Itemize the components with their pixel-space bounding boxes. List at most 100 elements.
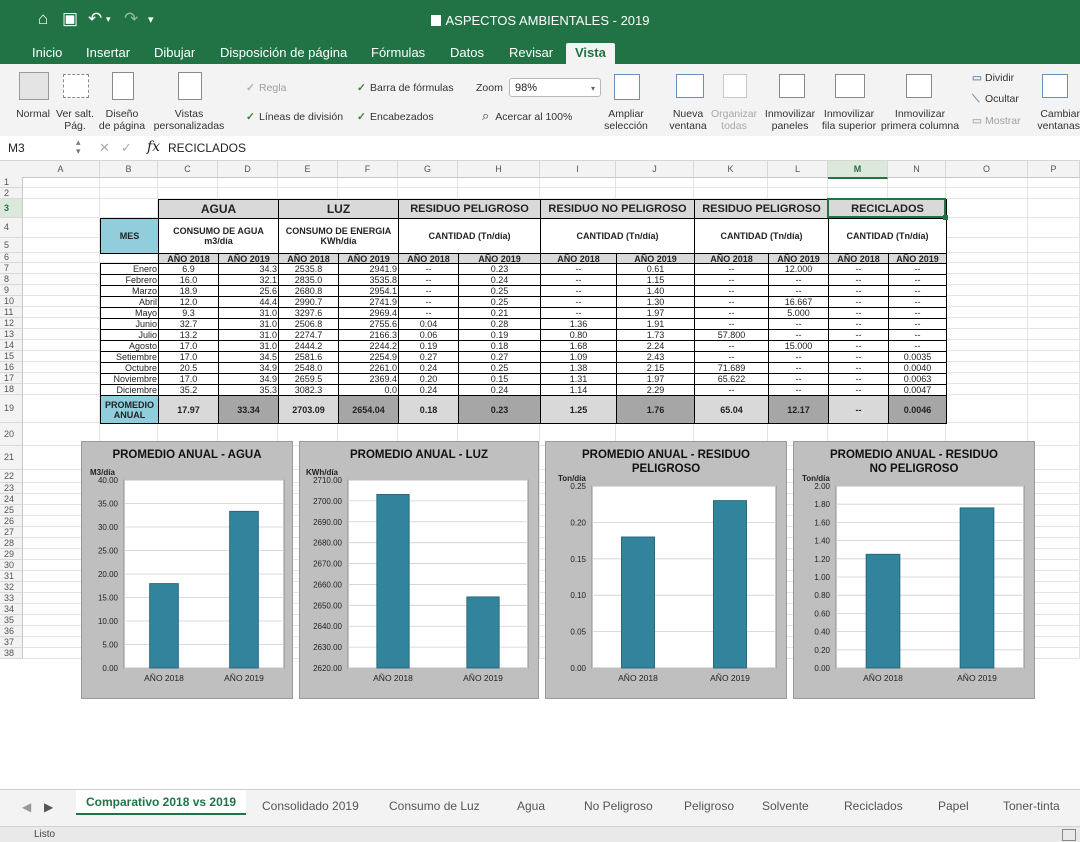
- sheet-tab-toner[interactable]: Toner-tinta: [1003, 799, 1060, 813]
- fill-handle[interactable]: [943, 215, 948, 220]
- section-header-luz[interactable]: LUZ: [278, 199, 399, 219]
- column-header-i[interactable]: I: [540, 161, 616, 178]
- sheet-tab-consolidado[interactable]: Consolidado 2019: [262, 799, 359, 813]
- column-header-m[interactable]: M: [828, 161, 888, 179]
- promedio-cell[interactable]: 2654.04: [338, 395, 399, 424]
- function-icon[interactable]: fx: [147, 139, 160, 155]
- column-header-b[interactable]: B: [100, 161, 158, 178]
- tab-inicio[interactable]: Inicio: [32, 43, 62, 64]
- row-header-1[interactable]: 1: [0, 177, 23, 188]
- formula-bar-checkbox[interactable]: ✓ Barra de fórmulas: [357, 82, 453, 94]
- row-header-3[interactable]: 3: [0, 199, 23, 218]
- sheet-tab-comparativo[interactable]: Comparativo 2018 vs 2019: [76, 790, 247, 815]
- new-window-icon[interactable]: [676, 74, 704, 98]
- subheader-residuo-peligroso[interactable]: CANTIDAD (Tn/día): [398, 218, 541, 254]
- row-header-16[interactable]: 16: [0, 362, 23, 373]
- column-header-e[interactable]: E: [278, 161, 338, 178]
- next-sheet-icon[interactable]: ▶: [44, 800, 53, 814]
- column-header-p[interactable]: P: [1028, 161, 1080, 178]
- row-header-10[interactable]: 10: [0, 296, 23, 307]
- select-all-corner[interactable]: [0, 161, 23, 178]
- chart-agua[interactable]: PROMEDIO ANUAL - AGUA M3/día 0.00 5.00 10.00…: [81, 441, 293, 699]
- arrange-all-button[interactable]: Organizar todas: [706, 108, 762, 132]
- tab-insertar[interactable]: Insertar: [86, 43, 130, 64]
- promedio-cell[interactable]: 0.0046: [888, 395, 947, 424]
- gridlines-checkbox[interactable]: ✓ Líneas de división: [246, 111, 343, 123]
- bar-ano-2019[interactable]: [959, 507, 995, 669]
- normal-view-icon[interactable]: [19, 72, 49, 100]
- column-header-c[interactable]: C: [158, 161, 218, 178]
- row-header-22[interactable]: 22: [0, 470, 23, 483]
- promedio-cell[interactable]: 1.25: [540, 395, 617, 424]
- row-header-28[interactable]: 28: [0, 538, 23, 549]
- column-header-o[interactable]: O: [946, 161, 1028, 178]
- promedio-cell[interactable]: --: [828, 395, 889, 424]
- subheader-residuo-no-peligroso[interactable]: CANTIDAD (Tn/día): [540, 218, 695, 254]
- name-box[interactable]: M3: [8, 141, 25, 155]
- subheader-agua[interactable]: CONSUMO DE AGUA m3/día: [158, 218, 279, 254]
- zoom-selection-icon[interactable]: [614, 74, 640, 100]
- column-header-a[interactable]: A: [22, 161, 100, 178]
- row-header-2[interactable]: 2: [0, 188, 23, 199]
- row-header-38[interactable]: 38: [0, 648, 23, 659]
- ruler-checkbox[interactable]: ✓ Regla: [246, 82, 286, 94]
- row-header-6[interactable]: 6: [0, 253, 23, 263]
- row-header-36[interactable]: 36: [0, 626, 23, 637]
- row-header-15[interactable]: 15: [0, 351, 23, 362]
- sheet-tab-reciclados[interactable]: Reciclados: [844, 799, 903, 813]
- row-header-21[interactable]: 21: [0, 446, 23, 470]
- tab-datos[interactable]: Datos: [450, 43, 484, 64]
- page-layout-button[interactable]: Diseño de página: [97, 108, 147, 132]
- bar-ano-2019[interactable]: [466, 596, 500, 669]
- promedio-cell[interactable]: 0.23: [458, 395, 541, 424]
- page-layout-icon[interactable]: [112, 72, 134, 100]
- row-header-12[interactable]: 12: [0, 318, 23, 329]
- row-header-19[interactable]: 19: [0, 395, 23, 423]
- sheet-tab-agua[interactable]: Agua: [517, 799, 545, 813]
- row-header-33[interactable]: 33: [0, 593, 23, 604]
- column-header-l[interactable]: L: [768, 161, 828, 178]
- row-header-20[interactable]: 20: [0, 423, 23, 446]
- page-break-button[interactable]: Ver salt. Pág.: [47, 108, 103, 132]
- row-header-9[interactable]: 9: [0, 285, 23, 296]
- row-header-35[interactable]: 35: [0, 615, 23, 626]
- freeze-first-column-button[interactable]: Inmovilizar primera columna: [878, 108, 962, 132]
- chart-residuo-no-peligroso[interactable]: PROMEDIO ANUAL - RESIDUO NO PELIGROSO Ton…: [793, 441, 1035, 699]
- freeze-top-row-icon[interactable]: [835, 74, 865, 98]
- normal-view-status-icon[interactable]: [1062, 829, 1076, 841]
- zoom-100-button[interactable]: ⌕ Acercar al 100%: [482, 109, 572, 123]
- subheader-reciclados[interactable]: CANTIDAD (Tn/día): [828, 218, 947, 254]
- promedio-cell[interactable]: 17.97: [158, 395, 219, 424]
- mes-header[interactable]: MES: [100, 218, 159, 254]
- row-header-32[interactable]: 32: [0, 582, 23, 593]
- section-header-residuo-peligroso[interactable]: RESIDUO PELIGROSO: [398, 199, 541, 219]
- promedio-cell[interactable]: 1.76: [616, 395, 695, 424]
- arrange-all-icon[interactable]: [723, 74, 747, 98]
- sheet-tab-no-peligroso[interactable]: No Peligroso: [584, 799, 653, 813]
- row-header-11[interactable]: 11: [0, 307, 23, 318]
- name-box-stepper-icon[interactable]: ▴ ▾: [76, 138, 81, 156]
- zoom-select[interactable]: 98% ▾: [509, 78, 601, 97]
- promedio-cell[interactable]: 2703.09: [278, 395, 339, 424]
- column-header-n[interactable]: N: [888, 161, 946, 178]
- switch-windows-button[interactable]: Cambiar ventanas: [1034, 108, 1080, 132]
- bar-ano-2019[interactable]: [229, 510, 259, 669]
- promedio-cell[interactable]: 12.17: [768, 395, 829, 424]
- section-header-agua[interactable]: AGUA: [158, 199, 279, 219]
- bar-ano-2019[interactable]: [713, 500, 747, 669]
- sheet-tab-solvente[interactable]: Solvente: [762, 799, 809, 813]
- freeze-first-column-icon[interactable]: [906, 74, 932, 98]
- freeze-panes-icon[interactable]: [779, 74, 805, 98]
- freeze-panes-button[interactable]: Inmovilizar paneles: [760, 108, 820, 132]
- row-header-5[interactable]: 5: [0, 238, 23, 253]
- row-header-30[interactable]: 30: [0, 560, 23, 571]
- row-header-7[interactable]: 7: [0, 263, 23, 274]
- row-header-24[interactable]: 24: [0, 494, 23, 505]
- row-header-17[interactable]: 17: [0, 373, 23, 384]
- tab-disposicion[interactable]: Disposición de página: [220, 43, 347, 64]
- sheet-tab-consumo-luz[interactable]: Consumo de Luz: [389, 799, 480, 813]
- row-header-14[interactable]: 14: [0, 340, 23, 351]
- tab-revisar[interactable]: Revisar: [509, 43, 553, 64]
- tab-vista[interactable]: Vista: [566, 43, 615, 64]
- enter-icon[interactable]: ✓: [121, 140, 132, 156]
